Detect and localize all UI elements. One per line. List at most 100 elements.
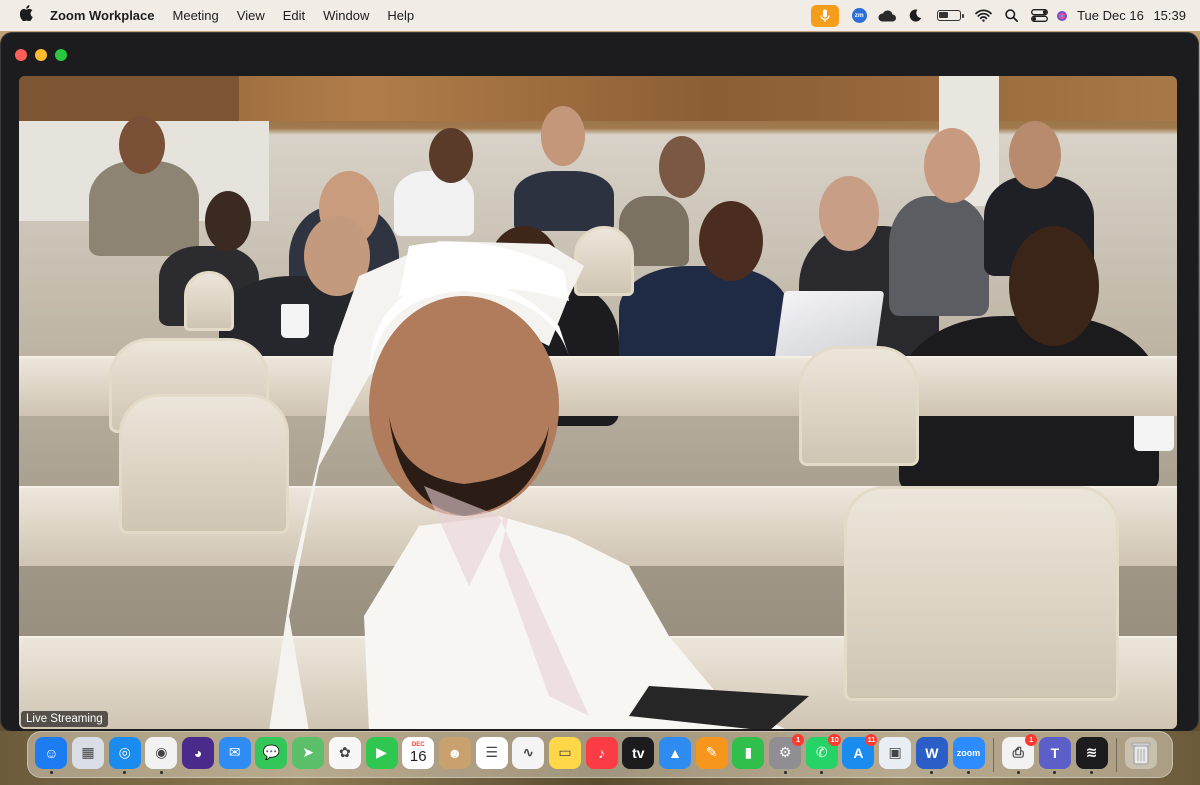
music-icon: ♪: [585, 736, 618, 769]
running-indicator: [967, 770, 971, 774]
icon-glyph: ◉: [155, 744, 168, 760]
dock-item-keynote[interactable]: ▲: [657, 735, 694, 775]
icon-glyph: ▭: [558, 744, 572, 760]
dock-item-word[interactable]: W: [914, 735, 951, 775]
dock-item-mail[interactable]: ✉: [216, 735, 253, 775]
icon-glyph: ▮: [744, 744, 753, 760]
dock-item-music[interactable]: ♪: [583, 735, 620, 775]
icon-glyph: ◎: [118, 744, 131, 760]
cloud-icon[interactable]: [873, 5, 901, 27]
reminders-icon: ☰: [475, 736, 508, 769]
dock-item-zoom[interactable]: zoom: [950, 735, 987, 775]
running-indicator: [1016, 770, 1020, 774]
icon-glyph: tv: [632, 744, 645, 761]
safari-icon: ◎: [108, 736, 141, 769]
finder-icon: ☺: [35, 736, 68, 769]
running-indicator: [123, 770, 127, 774]
numbers-icon: ▮: [732, 736, 765, 769]
dock-item-freeform[interactable]: ∿: [510, 735, 547, 775]
wifi-icon[interactable]: [969, 5, 997, 27]
menu-meeting[interactable]: Meeting: [164, 8, 228, 23]
zoom-icon: zoom: [952, 736, 985, 769]
word-icon: W: [915, 736, 948, 769]
menubar-clock[interactable]: Tue Dec 16 15:39: [1077, 8, 1186, 23]
microphone-icon[interactable]: [811, 4, 840, 27]
dock-item-calendar[interactable]: DEC 16: [400, 735, 437, 775]
pages-icon: ✎: [695, 736, 728, 769]
chair: [799, 346, 919, 466]
minimize-window-button[interactable]: [35, 49, 47, 61]
notification-badge: 11: [865, 733, 878, 746]
dock-item-apple-tv[interactable]: tv: [620, 735, 657, 775]
moon-icon[interactable]: [901, 5, 929, 27]
dock-item-chrome[interactable]: ◉: [143, 735, 180, 775]
dock-item-maps[interactable]: ➤: [290, 735, 327, 775]
zoom-status-icon[interactable]: zm: [845, 5, 873, 27]
dock-item-app-store[interactable]: A 11: [840, 733, 878, 775]
dock-item-reminders[interactable]: ☰: [473, 735, 510, 775]
dock-item-preview[interactable]: ▣: [877, 735, 914, 775]
fullscreen-window-button[interactable]: [55, 49, 67, 61]
icon-glyph: ⚙: [778, 744, 792, 760]
app-store-icon: A 11: [842, 733, 878, 769]
apple-menu-icon[interactable]: [6, 5, 46, 26]
dock-item-teams[interactable]: T: [1037, 735, 1074, 775]
attendee-head: [819, 176, 879, 251]
notes-icon: ▭: [548, 736, 581, 769]
menu-window[interactable]: Window: [314, 8, 378, 23]
dock-item-pages[interactable]: ✎: [693, 735, 730, 775]
dock-item-numbers[interactable]: ▮: [730, 735, 767, 775]
dock-item-notes[interactable]: ▭: [547, 735, 584, 775]
dock-item-settings[interactable]: ⚙ 1: [767, 733, 805, 775]
dock-item-facetime[interactable]: ▶: [363, 735, 400, 775]
dock-item-messages[interactable]: 💬: [253, 735, 290, 775]
dock-item-launchpad[interactable]: ▦: [70, 735, 107, 775]
dock-item-trash[interactable]: [1123, 735, 1160, 775]
attendee-head: [1009, 226, 1099, 346]
video-stream[interactable]: Live Streaming: [19, 76, 1177, 729]
dock-item-firefox[interactable]: ◕: [180, 735, 217, 775]
menu-edit[interactable]: Edit: [274, 8, 314, 23]
icon-glyph: 💬: [262, 744, 281, 760]
icon-glyph: W: [925, 744, 939, 761]
messages-icon: 💬: [255, 736, 288, 769]
running-indicator: [820, 770, 824, 774]
dock-separator: [1115, 737, 1117, 772]
foreground-speaker: [249, 236, 809, 729]
menu-view[interactable]: View: [228, 8, 274, 23]
running-indicator: [49, 770, 53, 774]
apple-tv-icon: tv: [622, 736, 655, 769]
dock-item-whatsapp[interactable]: ✆ 10: [803, 733, 841, 775]
icon-glyph: ≋: [1085, 744, 1098, 760]
menu-help[interactable]: Help: [378, 8, 423, 23]
dock-item-printer[interactable]: ⎙ 1: [1000, 733, 1038, 775]
close-window-button[interactable]: [15, 49, 27, 61]
dock-item-finder[interactable]: ☺: [33, 735, 70, 775]
app-menu[interactable]: Zoom Workplace: [46, 8, 164, 23]
dock-item-safari[interactable]: ◎: [106, 735, 143, 775]
attendee-head: [119, 116, 165, 174]
search-icon[interactable]: [997, 5, 1025, 27]
trash-icon: [1125, 736, 1158, 769]
icon-glyph: ➤: [302, 744, 315, 760]
live-streaming-label: Live Streaming: [21, 711, 108, 727]
icon-glyph: ∿: [522, 744, 535, 760]
siri-icon[interactable]: [1053, 5, 1071, 27]
clock-date: Tue Dec 16: [1077, 8, 1144, 23]
printer-icon: ⎙ 1: [1002, 733, 1038, 769]
settings-icon: ⚙ 1: [769, 733, 805, 769]
notification-badge: 1: [1025, 733, 1038, 746]
chair: [844, 486, 1119, 701]
dock-item-contacts[interactable]: ☻: [437, 735, 474, 775]
running-indicator: [783, 770, 787, 774]
control-center-icon[interactable]: [1025, 5, 1053, 27]
dock-item-voice-memos[interactable]: ≋: [1073, 735, 1110, 775]
dock-item-photos[interactable]: ✿: [327, 735, 364, 775]
mail-icon: ✉: [218, 736, 251, 769]
notification-badge: 1: [792, 733, 805, 746]
zoom-meeting-window: Live Streaming: [1, 33, 1198, 731]
running-indicator: [1053, 770, 1057, 774]
chair: [184, 271, 234, 331]
battery-icon[interactable]: [929, 5, 969, 27]
dock-separator: [992, 737, 994, 772]
